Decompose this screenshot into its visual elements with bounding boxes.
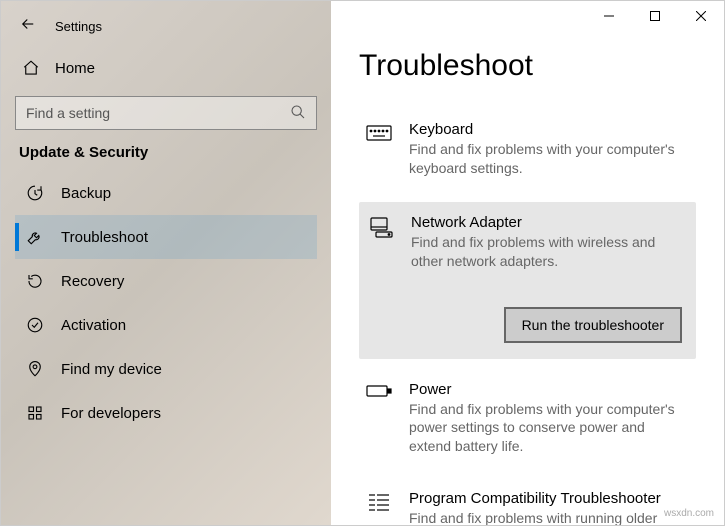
recovery-icon	[25, 271, 45, 291]
search-input[interactable]: Find a setting	[15, 96, 317, 130]
troubleshooter-network-adapter[interactable]: Network Adapter Find and fix problems wi…	[359, 202, 696, 359]
sidebar-item-troubleshoot[interactable]: Troubleshoot	[15, 215, 317, 259]
troubleshooter-desc: Find and fix problems with running older…	[409, 509, 686, 525]
troubleshooter-desc: Find and fix problems with your computer…	[409, 400, 686, 457]
main-panel: Troubleshoot Keyboard Find and fix probl…	[331, 1, 724, 525]
section-title: Update & Security	[19, 144, 317, 161]
backup-icon	[25, 183, 45, 203]
troubleshooter-desc: Find and fix problems with your computer…	[409, 140, 686, 178]
maximize-button[interactable]	[632, 1, 678, 31]
sidebar-item-activation[interactable]: Activation	[15, 303, 317, 347]
troubleshooter-title: Keyboard	[409, 121, 686, 138]
close-button[interactable]	[678, 1, 724, 31]
sidebar-item-label: Troubleshoot	[61, 229, 148, 246]
troubleshooter-keyboard[interactable]: Keyboard Find and fix problems with your…	[359, 111, 696, 190]
sidebar-menu: Backup Troubleshoot Recovery Activation	[15, 171, 317, 435]
troubleshooter-desc: Find and fix problems with wireless and …	[411, 233, 682, 271]
sidebar-item-label: Find my device	[61, 361, 162, 378]
developers-icon	[25, 403, 45, 423]
home-icon	[21, 58, 41, 78]
activation-icon	[25, 315, 45, 335]
troubleshooter-power[interactable]: Power Find and fix problems with your co…	[359, 371, 696, 469]
troubleshooter-title: Power	[409, 381, 686, 398]
troubleshooter-title: Network Adapter	[411, 214, 682, 231]
search-placeholder: Find a setting	[26, 105, 110, 121]
sidebar-item-recovery[interactable]: Recovery	[15, 259, 317, 303]
app-title: Settings	[55, 19, 102, 34]
sidebar-item-label: For developers	[61, 405, 161, 422]
run-troubleshooter-button[interactable]: Run the troubleshooter	[504, 307, 682, 343]
find-device-icon	[25, 359, 45, 379]
sidebar-item-label: Activation	[61, 317, 126, 334]
troubleshooter-list: Keyboard Find and fix problems with your…	[359, 111, 696, 525]
sidebar-item-label: Backup	[61, 185, 111, 202]
title-bar: Settings	[1, 9, 331, 48]
minimize-button[interactable]	[586, 1, 632, 31]
keyboard-icon	[365, 123, 393, 151]
troubleshooter-title: Program Compatibility Troubleshooter	[409, 490, 686, 507]
back-icon[interactable]	[19, 15, 37, 38]
window-controls	[586, 1, 724, 31]
page-title: Troubleshoot	[359, 49, 696, 83]
power-icon	[365, 383, 393, 411]
network-icon	[367, 216, 395, 244]
troubleshoot-icon	[25, 227, 45, 247]
sidebar-item-home[interactable]: Home	[15, 48, 317, 88]
sidebar-item-find-my-device[interactable]: Find my device	[15, 347, 317, 391]
home-label: Home	[55, 60, 95, 77]
sidebar-item-label: Recovery	[61, 273, 124, 290]
troubleshooter-program-compatibility[interactable]: Program Compatibility Troubleshooter Fin…	[359, 480, 696, 525]
sidebar-item-backup[interactable]: Backup	[15, 171, 317, 215]
settings-sidebar: Settings Home Find a setting Update & Se…	[1, 1, 331, 525]
compat-icon	[365, 492, 393, 520]
search-icon	[290, 104, 306, 123]
watermark: wsxdn.com	[664, 508, 714, 519]
sidebar-item-for-developers[interactable]: For developers	[15, 391, 317, 435]
